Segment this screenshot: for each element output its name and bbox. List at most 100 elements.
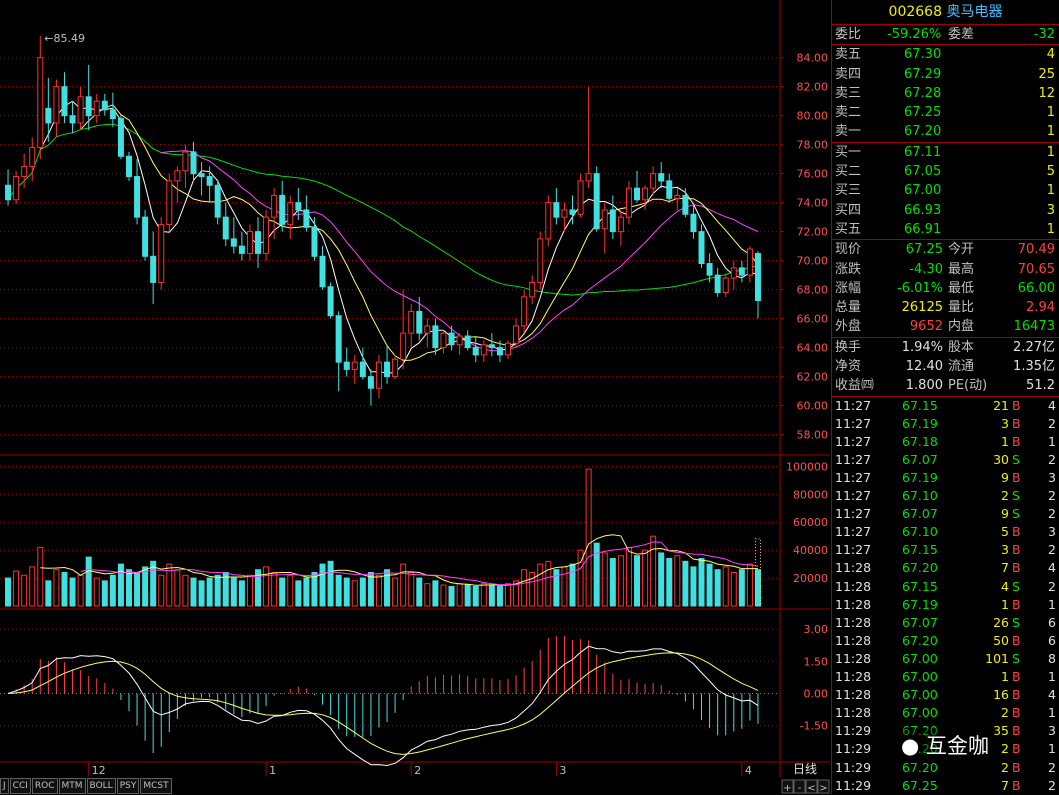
candle-body[interactable] [21, 165, 28, 178]
ask-row[interactable]: 卖五 67.30 4 [832, 45, 1059, 64]
candle-body[interactable] [593, 173, 600, 230]
candle-body[interactable] [537, 238, 544, 283]
candle-body[interactable] [416, 310, 423, 334]
ask-row[interactable]: 卖一 67.20 1 [832, 122, 1059, 141]
indicator-tab[interactable]: CCI [9, 778, 31, 794]
candle-body[interactable] [529, 281, 536, 298]
bid-row[interactable]: 买三 67.00 1 [832, 181, 1059, 200]
candle-body[interactable] [722, 277, 729, 294]
candle-body[interactable] [174, 170, 181, 182]
candle-body[interactable] [504, 342, 511, 356]
candle-body[interactable] [279, 194, 286, 225]
candle-body[interactable] [29, 147, 36, 167]
ask-row[interactable]: 卖二 67.25 1 [832, 103, 1059, 122]
candle-body[interactable] [263, 216, 270, 254]
candle-body[interactable] [553, 202, 560, 218]
candle-body[interactable] [658, 173, 665, 182]
indicator-tab[interactable]: J [0, 778, 9, 794]
bid-row[interactable]: 买五 66.91 1 [832, 220, 1059, 239]
candle-body[interactable] [754, 253, 761, 302]
candle-body[interactable] [569, 209, 576, 215]
candle-body[interactable] [303, 209, 310, 228]
candle-body[interactable] [609, 209, 616, 233]
candle-body[interactable] [190, 151, 197, 175]
candle-body[interactable] [206, 176, 213, 186]
candle-body[interactable] [5, 184, 12, 201]
candle-body[interactable] [222, 216, 229, 240]
candle-body[interactable] [408, 310, 415, 334]
candle-body[interactable] [255, 231, 262, 254]
candle-body[interactable] [125, 155, 132, 178]
ask-row[interactable]: 卖三 67.28 12 [832, 84, 1059, 103]
candle-body[interactable] [351, 361, 358, 370]
candle-body[interactable] [440, 332, 447, 349]
candle-body[interactable] [714, 274, 721, 294]
candle-body[interactable] [37, 57, 44, 149]
candle-body[interactable] [150, 255, 157, 283]
candle-body[interactable] [238, 245, 245, 254]
candle-body[interactable] [480, 344, 487, 356]
candle-body[interactable] [392, 358, 399, 378]
candle-body[interactable] [13, 176, 20, 201]
indicator-tab[interactable]: BOLL [86, 778, 116, 794]
candle-body[interactable] [706, 263, 713, 276]
candle-body[interactable] [642, 187, 649, 201]
candle-body[interactable] [666, 180, 673, 199]
candle-body[interactable] [117, 118, 124, 157]
candle-body[interactable] [682, 194, 689, 215]
candle-body[interactable] [85, 96, 92, 117]
candle-body[interactable] [271, 194, 278, 218]
candle-body[interactable] [246, 231, 253, 254]
candle-body[interactable] [45, 107, 52, 124]
candle-body[interactable] [109, 109, 116, 120]
candle-body[interactable] [142, 216, 149, 257]
stock-chart[interactable]: 84.00 82.00 80.00 78.00 76.00 74.00 72.00 70.00… [0, 0, 830, 794]
candle-body[interactable] [585, 173, 592, 182]
candle-body[interactable] [448, 332, 455, 346]
candle-body[interactable] [327, 286, 334, 317]
candle-body[interactable] [464, 335, 471, 349]
candle-body[interactable] [496, 347, 503, 356]
candle-body[interactable] [230, 238, 237, 247]
candle-body[interactable] [77, 96, 84, 124]
candle-body[interactable] [617, 216, 624, 233]
candle-body[interactable] [69, 115, 76, 124]
candle-body[interactable] [101, 100, 108, 111]
candle-body[interactable] [650, 173, 657, 189]
indicator-tab[interactable]: MTM [58, 778, 86, 794]
candle-body[interactable] [625, 187, 632, 218]
period-label[interactable]: 日线 [793, 762, 817, 776]
bid-row[interactable]: 买一 67.11 1 [832, 143, 1059, 162]
indicator-tab[interactable]: ROC [31, 778, 58, 794]
candle-body[interactable] [424, 325, 431, 334]
candle-body[interactable] [384, 361, 391, 378]
candle-body[interactable] [513, 325, 520, 344]
candle-body[interactable] [287, 202, 294, 225]
candle-body[interactable] [214, 184, 221, 218]
candle-body[interactable] [335, 315, 342, 363]
candle-body[interactable] [746, 248, 753, 276]
candle-body[interactable] [295, 202, 302, 211]
candle-body[interactable] [488, 344, 495, 349]
candle-body[interactable] [521, 296, 528, 327]
candle-body[interactable] [730, 267, 737, 279]
candle-body[interactable] [400, 332, 407, 360]
candle-body[interactable] [561, 209, 568, 218]
candle-body[interactable] [61, 86, 68, 117]
candle-body[interactable] [432, 325, 439, 349]
candle-body[interactable] [343, 361, 350, 370]
candle-body[interactable] [472, 347, 479, 356]
indicator-tab[interactable]: MCST [140, 778, 172, 794]
bid-row[interactable]: 买四 66.93 3 [832, 201, 1059, 220]
candle-body[interactable] [674, 194, 681, 199]
candle-body[interactable] [634, 187, 641, 201]
candle-body[interactable] [93, 100, 100, 117]
candle-body[interactable] [359, 361, 366, 378]
candle-body[interactable] [690, 213, 697, 233]
candle-body[interactable] [166, 180, 173, 225]
candle-body[interactable] [53, 86, 60, 124]
candle-body[interactable] [456, 335, 463, 346]
candle-body[interactable] [311, 226, 318, 257]
candle-body[interactable] [577, 180, 584, 215]
candle-body[interactable] [182, 151, 189, 172]
